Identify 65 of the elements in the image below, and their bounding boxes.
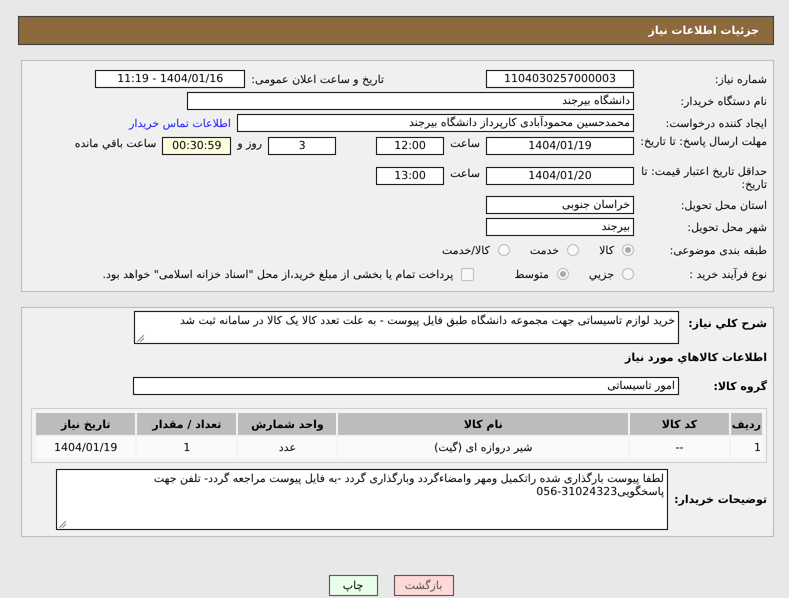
- radio-button[interactable]: [567, 244, 580, 256]
- field-label: توضیحات خریدار:: [673, 493, 767, 506]
- option-label: جزیي: [588, 268, 614, 280]
- field-label: گروه کالا:: [712, 380, 767, 392]
- checkbox[interactable]: [461, 268, 474, 280]
- field-label: نام دستگاه خریدار:: [679, 94, 767, 108]
- table-cell: 1404/01/19: [36, 437, 136, 458]
- text-field[interactable]: دانشگاه بیرجند: [187, 92, 634, 110]
- text-field[interactable]: بیرجند: [486, 218, 634, 236]
- text-field[interactable]: 12:00: [376, 137, 444, 155]
- text-field[interactable]: 13:00: [376, 167, 444, 185]
- table-cell: 1: [730, 437, 762, 458]
- field-label: تاریخ و ساعت اعلان عمومی:: [251, 72, 384, 86]
- field-label: شهر محل تحویل:: [686, 220, 767, 234]
- column-header: تاریخ نیاز: [36, 413, 136, 435]
- option-label: کالا/خدمت: [442, 244, 490, 256]
- option-label: پرداخت تمام یا بخشی از مبلغ خرید،از محل "اسناد خزانه اسلامی" خواهد بود.: [102, 268, 454, 280]
- field-label: ساعت: [450, 167, 480, 180]
- column-header: واحد شمارش: [238, 413, 336, 435]
- radio-button[interactable]: [498, 244, 510, 256]
- countdown-field[interactable]: 00:30:59: [162, 137, 232, 155]
- option-label: متوسط: [514, 268, 549, 280]
- field-label: ایجاد کننده درخواست:: [664, 116, 767, 130]
- back-button[interactable]: بازگشت: [394, 575, 454, 596]
- option-label: کالا: [599, 244, 614, 256]
- text-area[interactable]: خرید لوازم تاسیساتی جهت مجموعه دانشگاه طبق فایل پیوست - به علت تعدد کالا یک کالا در سامانه ثبت شد: [134, 311, 679, 344]
- text-field[interactable]: محمدحسین محمودآبادی کارپرداز دانشگاه بیرجند: [237, 114, 634, 132]
- text-field[interactable]: خراسان جنوبی: [486, 196, 634, 214]
- text-field[interactable]: 3: [268, 137, 336, 155]
- radio-button[interactable]: [622, 268, 634, 280]
- text-field[interactable]: 1404/01/19: [486, 137, 634, 155]
- radio-button[interactable]: [622, 244, 634, 256]
- field-label: مهلت ارسال پاسخ: تا تاریخ:: [639, 135, 767, 148]
- column-header: تعداد / مقدار: [137, 413, 236, 435]
- table-cell: عدد: [238, 437, 336, 458]
- text-area[interactable]: لطفا پیوست بارگذاری شده راتکمیل ومهر وامضاءگردد وبارگذاری گردد -به فایل پیوست مراجعه گردد- تلفن جهت پاسخگویی31024323-056: [56, 469, 668, 530]
- option-label: خدمت: [530, 244, 560, 256]
- text-field[interactable]: امور تاسیساتی: [133, 377, 679, 395]
- column-header: کد کالا: [630, 413, 729, 435]
- field-label: استان محل تحویل:: [680, 198, 767, 212]
- field-label: شماره نیاز:: [714, 72, 767, 86]
- field-label: ساعت باقي مانده: [74, 137, 156, 150]
- resize-grip-icon[interactable]: [136, 334, 144, 342]
- print-button[interactable]: چاپ: [328, 575, 378, 596]
- table-cell: --: [630, 437, 729, 458]
- text-area-text: لطفا پیوست بارگذاری شده راتکمیل ومهر وامضاءگردد وبارگذاری گردد -به فایل پیوست مراجعه گردد- تلفن جهت پاسخگویی31024323-056: [154, 472, 664, 498]
- text-area-text: خرید لوازم تاسیساتی جهت مجموعه دانشگاه طبق فایل پیوست - به علت تعدد کالا یک کالا در سامانه ثبت شد: [180, 314, 675, 327]
- column-header: نام کالا: [338, 413, 628, 435]
- contact-link[interactable]: اطلاعات تماس خریدار: [129, 116, 231, 130]
- text-field[interactable]: 1404/01/16 - 11:19: [95, 70, 246, 88]
- field-label: شرح کلي نياز:: [687, 317, 767, 330]
- text-field[interactable]: 1404/01/20: [486, 167, 634, 185]
- table-cell: 1: [137, 437, 236, 458]
- radio-button[interactable]: [556, 268, 569, 280]
- field-label: ساعت: [450, 137, 480, 150]
- table-cell: شیر دروازه ای (گیت): [338, 437, 628, 458]
- field-label: نوع فرآیند خرید :: [688, 268, 767, 280]
- resize-grip-icon[interactable]: [58, 520, 66, 528]
- field-label: طبقه بندی موضوعی:: [668, 244, 767, 256]
- field-label: روز و: [237, 137, 262, 150]
- section-title: اطلاعات کالاهاي مورد نياز: [625, 350, 767, 364]
- field-label: حداقل تاریخ اعتبار قیمت: تا تاریخ:: [640, 165, 767, 191]
- text-field[interactable]: 1104030257000003: [486, 70, 634, 88]
- page-title: جزئیات اطلاعات نیاز: [648, 24, 759, 37]
- column-header: ردیف: [730, 413, 762, 435]
